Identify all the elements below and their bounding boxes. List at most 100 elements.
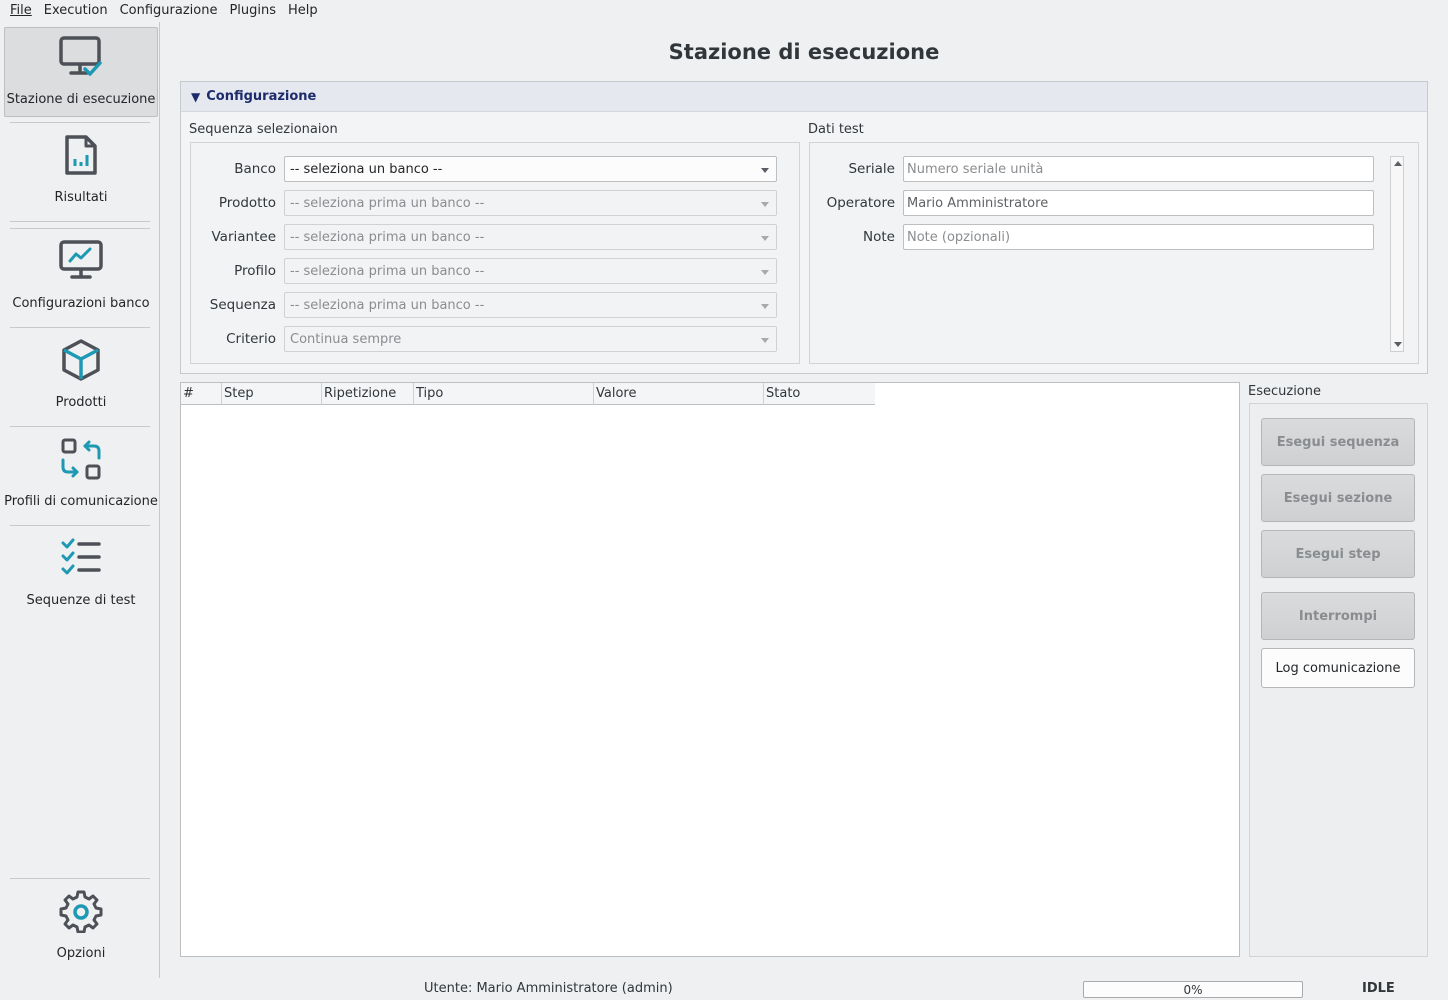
note-label: Note [863,229,895,245]
variante-combo[interactable]: -- seleziona prima un banco -- [284,224,777,250]
operatore-value: Mario Amministratore [907,195,1049,211]
sidebar-separator [10,525,150,526]
test-group-title: Dati test [808,122,864,137]
sequenza-label: Sequenza [209,297,276,313]
sidebar-separator [10,426,150,427]
sidebar-item-label: Configurazioni banco [12,296,150,311]
seriale-placeholder: Numero seriale unità [907,161,1044,177]
sidebar-item-label: Stazione di esecuzione [6,92,156,107]
page-title: Stazione di esecuzione [668,40,940,64]
sidebar-item-profili[interactable]: Profili di comunicazione [4,430,158,520]
scroll-down-icon[interactable] [1394,342,1402,347]
form-row-seriale: Seriale Numero seriale unità [809,156,1374,182]
column-header-ripetizione[interactable]: Ripetizione [322,383,414,405]
chevron-down-icon [761,202,769,207]
note-input[interactable]: Note (opzionali) [903,224,1374,250]
seriale-input[interactable]: Numero seriale unità [903,156,1374,182]
banco-label: Banco [234,161,276,177]
profilo-combo-value: -- seleziona prima un banco -- [290,263,485,279]
sidebar-separator [10,327,150,328]
prodotto-label: Prodotto [218,195,276,211]
sidebar-item-sequenze[interactable]: Sequenze di test [4,529,158,619]
swap-arrows-icon [58,436,104,482]
menu-execution[interactable]: Execution [38,0,114,22]
profilo-combo[interactable]: -- seleziona prima un banco -- [284,258,777,284]
sequence-group-title: Sequenza selezionaion [189,122,338,137]
form-row-profilo: Profilo -- seleziona prima un banco -- [190,258,777,284]
sidebar-item-label: Risultati [54,190,108,205]
column-header-tipo[interactable]: Tipo [414,383,594,405]
esegui-step-button[interactable]: Esegui step [1261,530,1415,578]
config-collapse-toggle[interactable]: ▼ Configurazione [181,82,1427,112]
form-row-note: Note Note (opzionali) [809,224,1374,250]
sequenza-combo-value: -- seleziona prima un banco -- [290,297,485,313]
gear-icon [58,888,104,934]
sidebar-separator [10,228,150,229]
sidebar-separator [10,221,150,222]
chevron-down-icon [761,304,769,309]
sidebar-item-risultati[interactable]: Risultati [4,126,158,216]
criterio-label: Criterio [226,331,276,347]
table-header: # Step Ripetizione Tipo Valore Stato [181,383,875,405]
report-chart-icon [58,132,104,178]
test-data-scrollbar[interactable] [1390,156,1404,352]
menu-configurazione[interactable]: Configurazione [114,0,224,22]
menubar: File Execution Configurazione Plugins He… [0,0,1448,22]
column-header-number[interactable]: # [181,383,222,405]
prodotto-combo-value: -- seleziona prima un banco -- [290,195,485,211]
sidebar-item-prodotti[interactable]: Prodotti [4,331,158,421]
progress-text: 0% [1183,982,1203,997]
chevron-down-icon [761,168,769,173]
monitor-check-icon [58,34,104,80]
scroll-up-icon[interactable] [1394,161,1402,166]
form-row-variante: Variantee -- seleziona prima un banco -- [190,224,777,250]
column-header-stato[interactable]: Stato [764,383,875,405]
checklist-icon [58,535,104,581]
sidebar-item-configurazioni-banco[interactable]: Configurazioni banco [4,232,158,322]
menu-help[interactable]: Help [282,0,324,22]
prodotto-combo[interactable]: -- seleziona prima un banco -- [284,190,777,216]
sidebar-item-label: Prodotti [55,395,107,410]
cube-icon [58,337,104,383]
monitor-chart-icon [58,238,104,284]
form-row-operatore: Operatore Mario Amministratore [809,190,1374,216]
profilo-label: Profilo [234,263,276,279]
column-header-valore[interactable]: Valore [594,383,764,405]
chevron-down-icon [761,270,769,275]
sidebar-item-label: Opzioni [56,946,106,961]
interrompi-button[interactable]: Interrompi [1261,592,1415,640]
esegui-sezione-button[interactable]: Esegui sezione [1261,474,1415,522]
sidebar-separator [10,122,150,123]
banco-combo-value: -- seleziona un banco -- [290,161,443,177]
config-header-label: Configurazione [206,89,317,104]
sidebar-item-stazione[interactable]: Stazione di esecuzione [4,27,158,117]
sidebar-item-opzioni[interactable]: Opzioni [4,882,158,972]
sidebar-item-label: Sequenze di test [26,593,136,608]
variante-label: Variantee [211,229,277,245]
column-header-step[interactable]: Step [222,383,322,405]
chevron-down-icon [761,236,769,241]
form-row-prodotto: Prodotto -- seleziona prima un banco -- [190,190,777,216]
execution-title: Esecuzione [1248,384,1321,399]
criterio-combo-value: Continua sempre [290,331,402,347]
banco-combo[interactable]: -- seleziona un banco -- [284,156,777,182]
sidebar: Stazione di esecuzione Risultati Configu [0,22,160,978]
seriale-label: Seriale [848,161,895,177]
operatore-label: Operatore [826,195,895,211]
sequenza-combo[interactable]: -- seleziona prima un banco -- [284,292,777,318]
form-row-criterio: Criterio Continua sempre [190,326,777,352]
chevron-down-icon [761,338,769,343]
log-comunicazione-button[interactable]: Log comunicazione [1261,648,1415,688]
esegui-sequenza-button[interactable]: Esegui sequenza [1261,418,1415,466]
status-state: IDLE [1362,981,1395,996]
operatore-input[interactable]: Mario Amministratore [903,190,1374,216]
sidebar-separator [10,878,150,879]
sidebar-item-label: Profili di comunicazione [4,494,158,509]
menu-plugins[interactable]: Plugins [223,0,282,22]
note-placeholder: Note (opzionali) [907,229,1011,245]
steps-table[interactable]: # Step Ripetizione Tipo Valore Stato [180,382,1240,957]
collapse-triangle-icon: ▼ [191,89,201,104]
form-row-sequenza: Sequenza -- seleziona prima un banco -- [190,292,777,318]
menu-file[interactable]: File [4,0,38,22]
criterio-combo[interactable]: Continua sempre [284,326,777,352]
